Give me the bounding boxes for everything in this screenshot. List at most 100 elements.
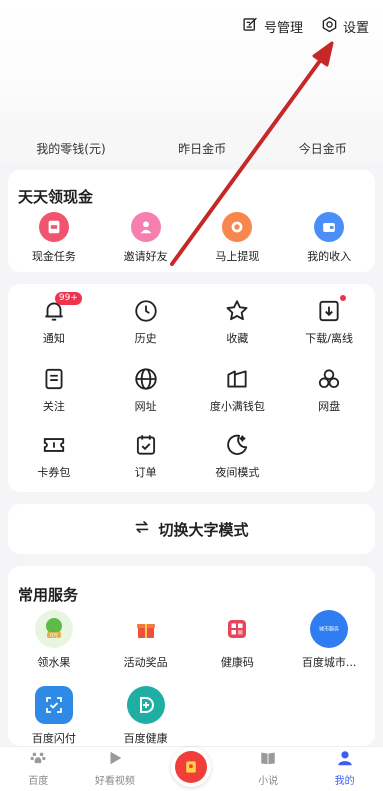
my-income-label: 我的收入 [307,250,352,263]
withdraw-icon [222,212,253,242]
fruit-tree-icon: 0元 [34,610,73,648]
services-row-1: 0元 领水果 活动奖品 健康码 城市服务 百度城市... [8,610,375,670]
income-icon [314,212,345,242]
coupon-item[interactable]: 卡券包 [8,432,100,480]
tab-baidu[interactable]: 百度 [0,747,77,791]
big-font-mode-button[interactable]: 切换大字模式 [8,504,375,554]
follow-label: 关注 [42,400,65,413]
url-label: 网址 [134,400,157,413]
account-manage-label: 号管理 [263,21,303,36]
order-icon [133,432,159,458]
download-icon [316,295,347,324]
baidu-paw-icon [29,749,47,772]
daily-cash-title: 天天领现金 [18,188,94,206]
city-service-item[interactable]: 城市服务 百度城市... [283,610,375,670]
book-icon [259,749,277,772]
profile-header: 号管理 设置 [0,0,383,135]
cloud-drive-icon [316,366,342,392]
city-service-label: 百度城市... [301,656,357,669]
top-actions: 号管理 设置 [242,16,369,37]
account-manage-button[interactable]: 号管理 [242,16,303,37]
follow-icon [41,366,67,392]
tab-haokan-video[interactable]: 好看视频 [77,747,154,791]
edit-icon [242,16,259,37]
cash-task-label: 现金任务 [31,250,76,263]
favorites-item[interactable]: 收藏 [192,298,284,346]
health-code-label: 健康码 [220,656,254,669]
my-change-label[interactable]: 我的零钱(元) [36,140,105,157]
cash-task-icon [38,212,69,242]
empty-cell [192,686,284,746]
tools-card: 99+ 通知 历史 收藏 下载/离线 关注 网址 度小满钱包 网盘 卡券包 订单… [8,284,375,492]
order-item[interactable]: 订单 [100,432,192,480]
coupon-label: 卡券包 [37,466,71,479]
tools-row-1: 99+ 通知 历史 收藏 下载/离线 [8,292,375,346]
services-row-2: 百度闪付 百度健康 [8,686,375,746]
night-mode-item[interactable]: 夜间模式 [192,432,284,480]
video-play-icon [106,749,124,772]
cash-task-item[interactable]: 现金任务 [8,212,100,264]
notification-badge: 99+ [54,292,82,305]
follow-item[interactable]: 关注 [8,366,100,414]
switch-arrows-icon [134,519,150,539]
invite-friend-item[interactable]: 邀请好友 [100,212,192,264]
tools-row-3: 卡券包 订单 夜间模式 [8,432,375,480]
settings-button[interactable]: 设置 [321,16,369,37]
withdraw-item[interactable]: 马上提现 [192,212,284,264]
yesterday-coins-label[interactable]: 昨日金币 [178,140,226,157]
night-mode-label: 夜间模式 [215,466,260,479]
cash-row: 现金任务 邀请好友 马上提现 我的收入 [8,212,375,264]
profile-page: 号管理 设置 我的零钱(元) 昨日金币 今日金币 天天领现金 现金任务 邀请好友… [0,0,383,791]
invite-friend-icon [130,212,161,242]
city-service-badge-text: 城市服务 [319,626,339,633]
tab-baidu-label: 百度 [28,776,49,787]
invite-friend-label: 邀请好友 [123,250,168,263]
cloud-drive-label: 网盘 [318,400,341,413]
health-plus-icon [126,686,165,724]
profile-icon [336,749,354,772]
activity-prize-item[interactable]: 活动奖品 [100,610,192,670]
flash-pay-item[interactable]: 百度闪付 [8,686,100,746]
download-item[interactable]: 下载/离线 [283,295,375,346]
fruit-item[interactable]: 0元 领水果 [8,610,100,670]
empty-cell [283,432,375,480]
withdraw-label: 马上提现 [215,250,260,263]
order-label: 订单 [134,466,157,479]
notification-item[interactable]: 99+ 通知 [8,292,100,346]
baidu-health-item[interactable]: 百度健康 [100,686,192,746]
wallet-item[interactable]: 度小满钱包 [192,366,284,414]
common-services-card: 常用服务 0元 领水果 活动奖品 健康码 城市服务 百度城市... 百度闪付 百… [8,566,375,746]
cloud-drive-item[interactable]: 网盘 [283,366,375,414]
health-code-icon [218,610,257,648]
health-code-item[interactable]: 健康码 [192,610,284,670]
star-icon [224,298,250,324]
wallet-icon [224,366,250,392]
my-income-item[interactable]: 我的收入 [283,212,375,264]
history-item[interactable]: 历史 [100,298,192,346]
notification-label: 通知 [42,332,65,345]
baidu-health-label: 百度健康 [123,732,168,745]
tab-novel-label: 小说 [258,776,279,787]
globe-icon [133,366,159,392]
settings-label: 设置 [342,21,369,36]
fruit-badge-text: 0元 [50,633,58,639]
city-service-icon: 城市服务 [310,610,349,648]
tools-row-2: 关注 网址 度小满钱包 网盘 [8,366,375,414]
fruit-label: 领水果 [37,656,71,669]
tab-haokan-label: 好看视频 [94,776,135,787]
tab-mine-label: 我的 [334,776,355,787]
ticket-icon [41,432,67,458]
moon-icon [224,432,250,458]
tab-red-packet[interactable] [153,747,230,791]
common-services-title: 常用服务 [18,586,79,604]
flash-pay-icon [34,686,73,724]
red-packet-button[interactable] [171,747,212,787]
bell-icon: 99+ [41,292,82,324]
clock-icon [133,298,159,324]
tab-mine[interactable]: 我的 [306,747,383,791]
today-coins-label[interactable]: 今日金币 [299,140,347,157]
history-label: 历史 [134,332,157,345]
tab-novel[interactable]: 小说 [230,747,307,791]
url-item[interactable]: 网址 [100,366,192,414]
download-red-dot [340,295,347,301]
